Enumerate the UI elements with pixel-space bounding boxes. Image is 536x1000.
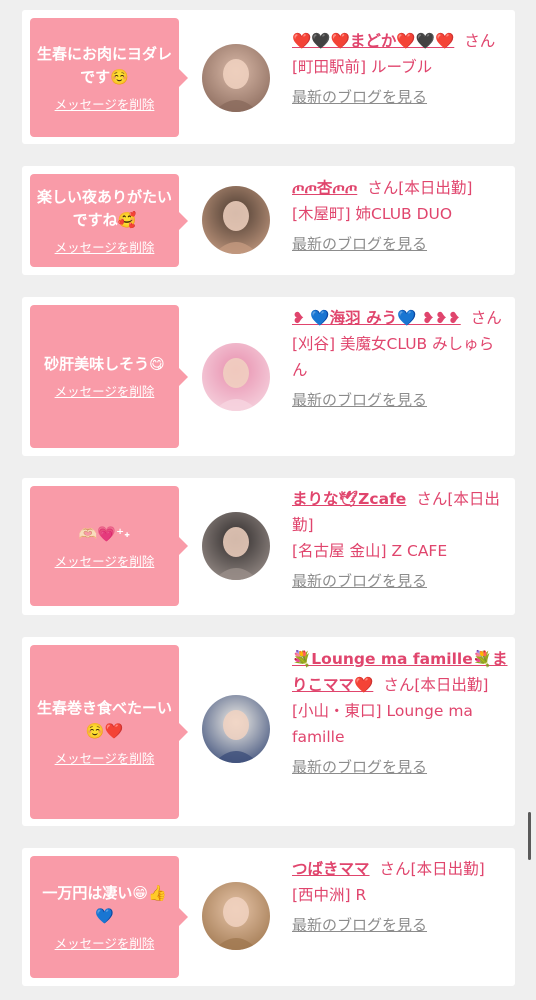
avatar[interactable] [202, 44, 270, 112]
avatar-photo-icon [202, 44, 270, 112]
sender-name-link[interactable]: つばきママ [292, 860, 370, 878]
message-card: 生春巻き食べたーい☺️❤️ メッセージを削除 💐Lounge ma famill… [22, 637, 515, 826]
sender-honorific: さん [464, 32, 496, 50]
delete-message-link[interactable]: メッセージを削除 [55, 551, 155, 570]
avatar[interactable] [202, 186, 270, 254]
latest-blog-link[interactable]: 最新のブログを見る [292, 84, 508, 110]
sender-info: 💐Lounge ma famille💐まりこママ❤️ さん[本日出勤] [小山・東… [292, 646, 508, 780]
sender-name-link[interactable]: ጦጦ杏ጦጦ [292, 179, 357, 197]
latest-blog-link[interactable]: 最新のブログを見る [292, 912, 508, 938]
delete-message-link[interactable]: メッセージを削除 [55, 748, 155, 767]
message-text: 生春にお肉にヨダレです☺️ [36, 44, 172, 86]
delete-message-link[interactable]: メッセージを削除 [55, 381, 155, 400]
sender-honorific: さん[本日出勤] [367, 179, 473, 197]
message-text: 🫶🏻💗⁺˖ [78, 524, 131, 543]
sender-info: つばきママ さん[本日出勤] [西中洲] R 最新のブログを見る [292, 856, 508, 938]
avatar-photo-icon [202, 882, 270, 950]
sender-info: ❥ 💙海羽 みう💙 ❥❥❥ さん [刈谷] 美魔女CLUB みしゅらん 最新のブロ… [292, 305, 508, 413]
sender-name-link[interactable]: ❥ 💙海羽 みう💙 ❥❥❥ [292, 309, 461, 327]
message-bubble: 一万円は凄い😁👍💙 メッセージを削除 [30, 856, 188, 978]
sender-info: まりな🕊Zcafe さん[本日出勤] [名古屋 金山] Z CAFE 最新のブログ… [292, 486, 508, 594]
shop-label: [小山・東口] Lounge ma famille [292, 702, 473, 746]
message-card: 砂肝美味しそう😋 メッセージを削除 ❥ 💙海羽 みう💙 ❥❥❥ さん [刈谷] 美… [22, 297, 515, 456]
shop-label: [名古屋 金山] Z CAFE [292, 542, 448, 560]
message-bubble: 生春にお肉にヨダレです☺️ メッセージを削除 [30, 18, 188, 137]
delete-message-link[interactable]: メッセージを削除 [55, 933, 155, 952]
avatar[interactable] [202, 695, 270, 763]
latest-blog-link[interactable]: 最新のブログを見る [292, 568, 508, 594]
message-text: 一万円は凄い😁👍💙 [42, 884, 167, 925]
message-bubble: 生春巻き食べたーい☺️❤️ メッセージを削除 [30, 645, 188, 819]
latest-blog-link[interactable]: 最新のブログを見る [292, 754, 508, 780]
sender-name-link[interactable]: まりな🕊Zcafe [292, 490, 406, 508]
avatar-photo-icon [202, 512, 270, 580]
avatar-photo-icon [202, 186, 270, 254]
shop-label: [刈谷] 美魔女CLUB みしゅらん [292, 335, 495, 379]
sender-honorific: さん[本日出勤] [379, 860, 485, 878]
message-bubble: 楽しい夜ありがたいですね🥰 メッセージを削除 [30, 174, 188, 267]
scrollbar[interactable] [528, 812, 531, 860]
message-card: 一万円は凄い😁👍💙 メッセージを削除 つばきママ さん[本日出勤] [西中洲] R… [22, 848, 515, 986]
message-bubble: 🫶🏻💗⁺˖ メッセージを削除 [30, 486, 188, 606]
message-text: 砂肝美味しそう😋 [44, 355, 165, 373]
sender-info: ጦጦ杏ጦጦ さん[本日出勤] [木屋町] 姉CLUB DUO 最新のブログを見る [292, 175, 508, 257]
avatar[interactable] [202, 882, 270, 950]
shop-label: [町田駅前] ルーブル [292, 58, 433, 76]
avatar-photo-icon [202, 695, 270, 763]
latest-blog-link[interactable]: 最新のブログを見る [292, 231, 508, 257]
message-text: 生春巻き食べたーい☺️❤️ [36, 699, 172, 740]
sender-honorific: さん[本日出勤] [383, 676, 489, 694]
message-card: 生春にお肉にヨダレです☺️ メッセージを削除 ❤️🖤❤️まどか❤️🖤❤️ さん [… [22, 10, 515, 144]
message-card: 楽しい夜ありがたいですね🥰 メッセージを削除 ጦጦ杏ጦጦ さん[本日出勤] [木屋… [22, 166, 515, 275]
avatar[interactable] [202, 512, 270, 580]
delete-message-link[interactable]: メッセージを削除 [55, 237, 155, 256]
shop-label: [木屋町] 姉CLUB DUO [292, 205, 453, 223]
delete-message-link[interactable]: メッセージを削除 [55, 94, 155, 113]
sender-info: ❤️🖤❤️まどか❤️🖤❤️ さん [町田駅前] ルーブル 最新のブログを見る [292, 28, 508, 110]
sender-name-link[interactable]: ❤️🖤❤️まどか❤️🖤❤️ [292, 32, 454, 50]
avatar-photo-icon [202, 343, 270, 411]
message-bubble: 砂肝美味しそう😋 メッセージを削除 [30, 305, 188, 448]
sender-honorific: さん [470, 309, 502, 327]
message-text: 楽しい夜ありがたいですね🥰 [36, 187, 172, 229]
latest-blog-link[interactable]: 最新のブログを見る [292, 387, 508, 413]
avatar[interactable] [202, 343, 270, 411]
shop-label: [西中洲] R [292, 886, 367, 904]
message-card: 🫶🏻💗⁺˖ メッセージを削除 まりな🕊Zcafe さん[本日出勤] [名古屋 金山… [22, 478, 515, 615]
